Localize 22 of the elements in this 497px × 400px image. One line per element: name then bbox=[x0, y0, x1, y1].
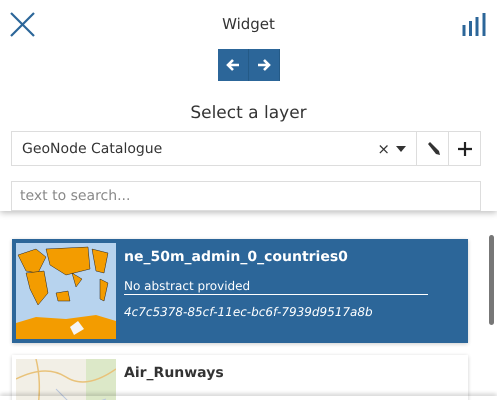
bar-chart-icon[interactable] bbox=[462, 12, 487, 36]
layer-card[interactable]: ne_50m_admin_0_countries0 No abstract provided 4c7c5378-85cf-11ec-bc6f-7939d9517a8b bbox=[12, 239, 468, 343]
catalog-select[interactable]: GeoNode Catalogue × bbox=[11, 131, 417, 166]
left-arrow-icon bbox=[224, 57, 240, 73]
layer-card[interactable]: Air_Runways bbox=[12, 355, 468, 400]
clear-icon[interactable]: × bbox=[377, 140, 390, 158]
layer-abstract: No abstract provided bbox=[124, 279, 428, 295]
add-button[interactable] bbox=[449, 131, 481, 166]
next-button[interactable] bbox=[248, 49, 280, 81]
select-layer-heading: Select a layer bbox=[190, 103, 307, 123]
scrollbar[interactable] bbox=[489, 235, 494, 325]
edit-button[interactable] bbox=[417, 131, 449, 166]
search-field[interactable]: text to search... bbox=[11, 181, 481, 211]
caret-icon[interactable] bbox=[396, 146, 406, 152]
layer-id: 4c7c5378-85cf-11ec-bc6f-7939d9517a8b bbox=[124, 305, 374, 319]
layer-title: ne_50m_admin_0_countries0 bbox=[124, 249, 349, 265]
previous-button[interactable] bbox=[218, 49, 248, 81]
plus-icon bbox=[456, 140, 472, 156]
layer-title: Air_Runways bbox=[124, 365, 225, 381]
close-icon[interactable] bbox=[10, 12, 35, 36]
right-arrow-icon bbox=[256, 57, 272, 73]
window-title: Widget bbox=[222, 15, 275, 33]
